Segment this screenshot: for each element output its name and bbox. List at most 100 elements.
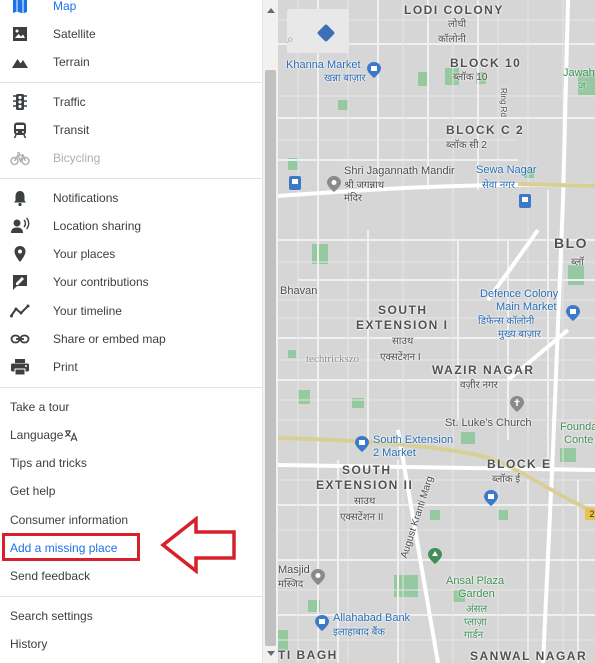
map-label: Jawah (563, 67, 595, 79)
translate-icon (64, 429, 78, 445)
map-label: Main Market (496, 301, 557, 313)
road-shield: 2 (585, 508, 595, 520)
menu-item-label: Terrain (53, 55, 90, 69)
timeline-icon (10, 301, 30, 321)
map-label: BLOCK 10 (450, 56, 522, 70)
menu-item-label: Tips and tricks (10, 456, 87, 470)
menu-divider (0, 82, 262, 83)
shopping-pin-icon[interactable] (484, 490, 498, 506)
menu-item-label: Notifications (53, 191, 119, 205)
menu-item-map[interactable]: Map (0, 0, 262, 20)
transit-station-icon[interactable] (289, 176, 301, 190)
menu-item-language[interactable]: Language (0, 421, 262, 449)
scroll-down-arrow-icon[interactable] (267, 651, 275, 656)
map-label: प्लाज़ा (464, 617, 487, 628)
map-label: Masjid (278, 564, 310, 576)
map-label: लोधी (448, 19, 467, 30)
menu-divider (0, 387, 262, 388)
map-label: श्री जगन्नाथ (344, 180, 385, 191)
menu-item-search-settings[interactable]: Search settings (0, 602, 262, 630)
map-label: गार्डन (464, 630, 484, 641)
terrain-icon (10, 52, 30, 72)
transit-station-icon[interactable] (519, 194, 531, 208)
map-label: 2 Market (373, 447, 416, 459)
menu-item-label: Traffic (53, 95, 86, 109)
temple-pin-icon[interactable] (327, 176, 341, 192)
bank-pin-icon[interactable] (315, 615, 329, 631)
shopping-pin-icon[interactable] (367, 62, 381, 78)
menu-scrollbar[interactable] (262, 0, 278, 663)
map-label: सेवा नगर (482, 180, 515, 191)
left-arrow-icon (160, 516, 236, 574)
menu-item-label: Location sharing (53, 219, 142, 233)
menu-item-label: Map (53, 0, 77, 13)
menu-item-your-timeline[interactable]: Your timeline (0, 297, 262, 325)
menu-item-label: Your timeline (53, 304, 122, 318)
scrollbar-thumb[interactable] (265, 70, 276, 646)
menu-item-print[interactable]: Print (0, 353, 262, 381)
map-label: BLOCK E (487, 457, 552, 471)
map-label: Allahabad Bank (333, 612, 411, 624)
menu-item-label: Your places (53, 247, 116, 261)
directions-icon (316, 23, 336, 43)
menu-item-take-a-tour[interactable]: Take a tour (0, 393, 262, 421)
map-canvas[interactable]: ⌕ 2 LODI COLONY लोधी कॉलोनी Khanna Marke… (278, 0, 595, 663)
menu-item-transit[interactable]: Transit (0, 116, 262, 144)
scroll-up-arrow-icon[interactable] (267, 8, 275, 13)
menu-item-your-places[interactable]: Your places (0, 240, 262, 268)
menu-item-terrain[interactable]: Terrain (0, 48, 262, 76)
shopping-pin-icon[interactable] (566, 305, 580, 321)
highlight-box (2, 533, 140, 561)
map-label: अंसल (466, 604, 488, 615)
church-pin-icon[interactable] (510, 396, 524, 412)
menu-item-tips-and-tricks[interactable]: Tips and tricks (0, 449, 262, 477)
map-label: Khanna Market (286, 59, 361, 71)
bell-icon (10, 188, 30, 208)
menu-item-label: Transit (53, 123, 90, 137)
menu-item-label: Your contributions (53, 275, 149, 289)
satellite-icon (10, 24, 30, 44)
map-label: LODI COLONY (404, 3, 504, 17)
map-label: TI BAGH (278, 648, 338, 662)
park-pin-icon[interactable] (428, 548, 442, 564)
map-label: ब्लॉ (571, 257, 584, 268)
menu-item-your-contributions[interactable]: Your contributions (0, 268, 262, 296)
menu-item-notifications[interactable]: Notifications (0, 184, 262, 212)
menu-item-share-embed[interactable]: Share or embed map (0, 325, 262, 353)
menu-divider (0, 178, 262, 179)
search-icon[interactable]: ⌕ (287, 32, 297, 46)
menu-item-traffic[interactable]: Traffic (0, 88, 262, 116)
map-label: मस्जिद (278, 579, 304, 590)
map-label: WAZIR NAGAR (432, 363, 535, 377)
menu-item-label: Share or embed map (53, 332, 166, 346)
menu-item-satellite[interactable]: Satellite (0, 20, 262, 48)
menu-item-bicycling[interactable]: Bicycling (0, 144, 262, 172)
menu-item-label: Satellite (53, 27, 96, 41)
bicycle-icon (10, 148, 30, 168)
watermark-text: techtrickszo (306, 353, 360, 365)
menu-item-location-sharing[interactable]: Location sharing (0, 212, 262, 240)
shopping-pin-icon[interactable] (355, 436, 369, 452)
menu-item-label: Get help (10, 484, 56, 498)
mosque-pin-icon[interactable] (311, 569, 325, 585)
map-label: Garden (458, 588, 495, 600)
transit-icon (10, 120, 30, 140)
menu-divider (0, 596, 262, 597)
directions-button[interactable]: ⌕ (287, 9, 349, 53)
menu-item-get-help[interactable]: Get help (0, 477, 262, 505)
map-label: Bhavan (280, 285, 318, 297)
street-label: Ring Rd (499, 88, 508, 117)
menu-item-label: Language (10, 428, 64, 442)
map-label: वज़ीर नगर (460, 380, 498, 391)
map-icon (10, 0, 30, 16)
place-pin-icon (10, 244, 30, 264)
map-label: साउथ (392, 336, 414, 347)
map-label: खन्ना बाज़ार (324, 73, 366, 84)
menu-item-history[interactable]: History (0, 630, 262, 658)
map-label: EXTENSION II (316, 478, 414, 492)
menu-item-label: Take a tour (10, 400, 70, 414)
map-label: SOUTH (342, 463, 392, 477)
map-label: ब्लॉक सी 2 (446, 140, 487, 151)
contributions-icon (10, 272, 30, 292)
map-label: St. Luke's Church (445, 417, 532, 429)
